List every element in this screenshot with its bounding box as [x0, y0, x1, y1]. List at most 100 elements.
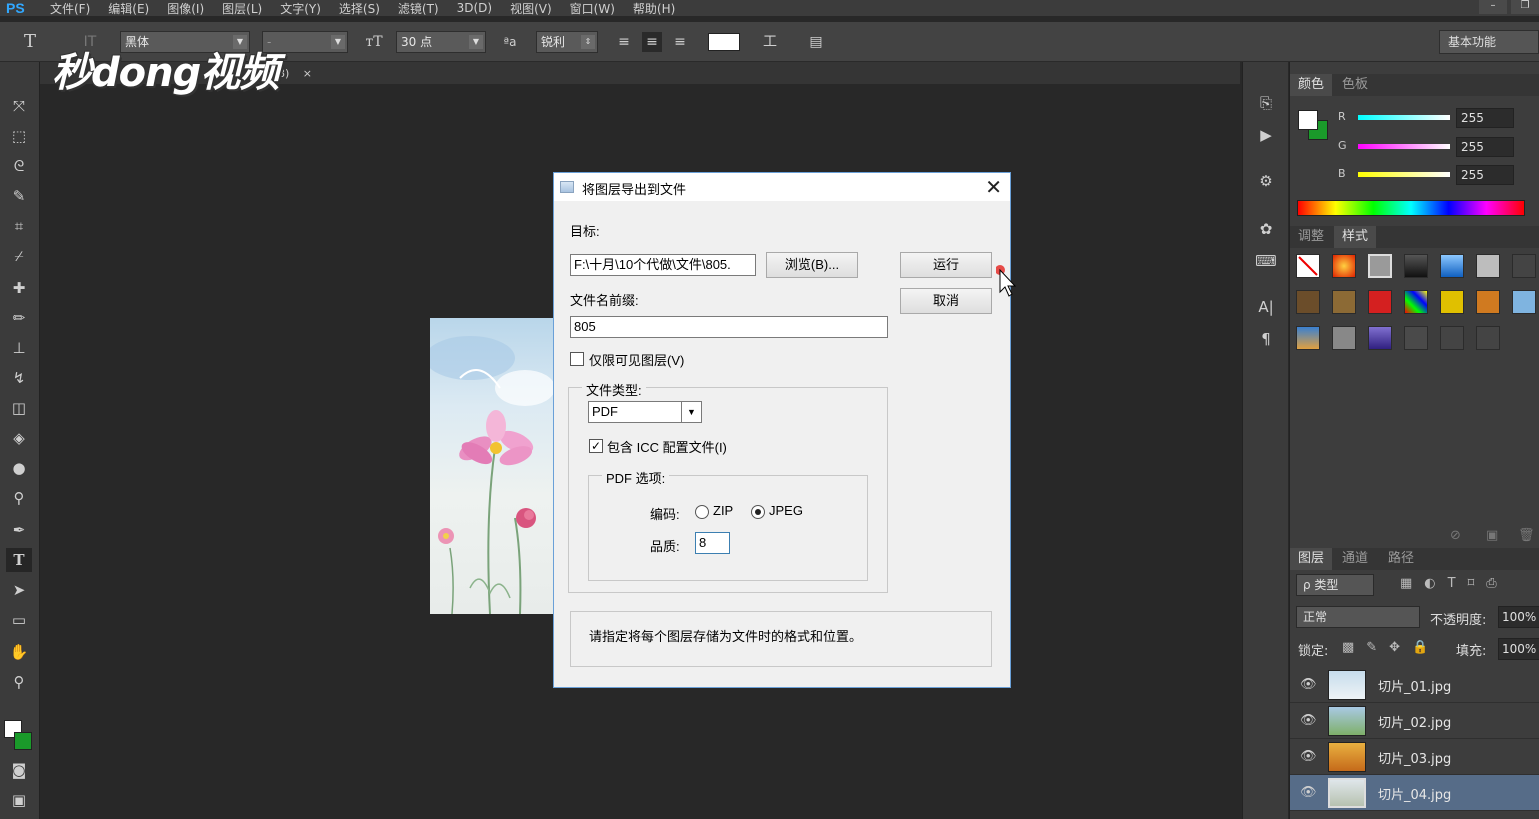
- style-swatch[interactable]: [1332, 290, 1356, 314]
- text-color-swatch[interactable]: [708, 33, 740, 51]
- healing-brush-tool-icon[interactable]: ✚: [6, 276, 32, 300]
- path-select-tool-icon[interactable]: ➤: [6, 578, 32, 602]
- eraser-tool-icon[interactable]: ◫: [6, 396, 32, 420]
- crop-tool-icon[interactable]: ⌗: [6, 214, 32, 238]
- move-tool-icon[interactable]: ⤧: [6, 94, 32, 118]
- new-style-icon[interactable]: ▣: [1486, 528, 1498, 543]
- history-brush-tool-icon[interactable]: ↯: [6, 366, 32, 390]
- layer-row[interactable]: 👁 切片_01.jpg: [1290, 667, 1539, 703]
- type-tool-preset-icon[interactable]: T: [20, 32, 40, 52]
- style-swatch[interactable]: [1440, 290, 1464, 314]
- channel-value[interactable]: 255: [1456, 165, 1514, 185]
- menu-type[interactable]: 文字(Y): [280, 0, 321, 17]
- slider-track[interactable]: [1358, 172, 1450, 177]
- style-swatch[interactable]: [1476, 326, 1500, 350]
- style-swatch[interactable]: [1332, 254, 1356, 278]
- align-right-icon[interactable]: ≡: [670, 32, 690, 52]
- style-swatch[interactable]: [1404, 290, 1428, 314]
- screen-mode-icon[interactable]: ▣: [6, 788, 32, 812]
- quality-input[interactable]: 8: [695, 532, 730, 554]
- menu-layer[interactable]: 图层(L): [222, 0, 262, 17]
- menu-help[interactable]: 帮助(H): [633, 0, 675, 17]
- channel-value[interactable]: 255: [1456, 137, 1514, 157]
- stamp-tool-icon[interactable]: ⊥: [6, 336, 32, 360]
- zoom-tool-icon[interactable]: ⚲: [6, 670, 32, 694]
- style-swatch[interactable]: [1404, 326, 1428, 350]
- align-left-icon[interactable]: ≡: [614, 32, 634, 52]
- delete-style-icon[interactable]: 🗑: [1518, 528, 1535, 543]
- rectangle-tool-icon[interactable]: ▭: [6, 608, 32, 632]
- layer-row[interactable]: 👁 切片_03.jpg: [1290, 739, 1539, 775]
- menu-window[interactable]: 窗口(W): [570, 0, 615, 17]
- menu-filter[interactable]: 滤镜(T): [398, 0, 439, 17]
- prefix-input[interactable]: 805: [570, 316, 888, 338]
- tab-channels[interactable]: 通道: [1334, 548, 1376, 570]
- workspace-button[interactable]: 基本功能: [1439, 30, 1539, 54]
- menu-view[interactable]: 视图(V): [510, 0, 552, 17]
- menu-select[interactable]: 选择(S): [339, 0, 380, 17]
- brush-presets-icon[interactable]: ✿: [1255, 218, 1277, 240]
- character-panel-icon[interactable]: ▤: [806, 32, 826, 52]
- encoding-jpeg-radio[interactable]: [751, 505, 765, 519]
- style-swatch[interactable]: [1368, 290, 1392, 314]
- blend-mode-select[interactable]: 正常: [1296, 606, 1420, 628]
- warp-text-icon[interactable]: ⼯: [760, 32, 780, 52]
- quick-mask-icon[interactable]: ◙: [6, 758, 32, 782]
- slider-track[interactable]: [1358, 115, 1450, 120]
- blur-tool-icon[interactable]: ●: [6, 456, 32, 480]
- paint-bucket-tool-icon[interactable]: ◈: [6, 426, 32, 450]
- style-swatch[interactable]: [1476, 254, 1500, 278]
- eye-icon[interactable]: 👁: [1300, 749, 1317, 764]
- restore-button[interactable]: ❐: [1511, 0, 1539, 14]
- style-swatch[interactable]: [1440, 326, 1464, 350]
- minimize-button[interactable]: –: [1479, 0, 1507, 14]
- style-swatch[interactable]: [1512, 290, 1536, 314]
- style-none-swatch[interactable]: [1296, 254, 1320, 278]
- tab-swatches[interactable]: 色板: [1334, 74, 1376, 96]
- dodge-tool-icon[interactable]: ⚲: [6, 486, 32, 510]
- visible-only-checkbox[interactable]: [570, 352, 584, 366]
- cancel-button[interactable]: 取消: [900, 288, 992, 314]
- history-panel-icon[interactable]: ⎘: [1255, 92, 1277, 114]
- hand-tool-icon[interactable]: ✋: [6, 640, 32, 664]
- menu-file[interactable]: 文件(F): [50, 0, 90, 17]
- quick-select-tool-icon[interactable]: ✎: [6, 184, 32, 208]
- antialias-select[interactable]: 锐利 ⇕: [536, 31, 598, 53]
- layer-filter-select[interactable]: ρ 类型: [1296, 574, 1374, 596]
- font-size-select[interactable]: 30 点 ▼: [396, 31, 486, 53]
- brush-panel-icon[interactable]: ⌨: [1255, 250, 1277, 272]
- brush-tool-icon[interactable]: ✏: [6, 306, 32, 330]
- browse-button[interactable]: 浏览(B)...: [766, 252, 858, 278]
- style-swatch[interactable]: [1476, 290, 1500, 314]
- tab-close-icon[interactable]: ×: [303, 67, 312, 80]
- menu-3d[interactable]: 3D(D): [457, 1, 492, 15]
- eyedropper-tool-icon[interactable]: ⌿: [6, 244, 32, 268]
- run-button[interactable]: 运行: [900, 252, 992, 278]
- align-center-icon[interactable]: ≡: [642, 32, 662, 52]
- style-swatch[interactable]: [1512, 254, 1536, 278]
- lock-icons[interactable]: ▩✎✥🔒: [1342, 640, 1440, 655]
- file-type-select[interactable]: PDF ▼: [588, 401, 702, 423]
- tab-color[interactable]: 颜色: [1290, 74, 1333, 96]
- clear-style-icon[interactable]: ⊘: [1450, 528, 1461, 543]
- eye-icon[interactable]: 👁: [1300, 677, 1317, 692]
- layer-row[interactable]: 👁 切片_02.jpg: [1290, 703, 1539, 739]
- fill-input[interactable]: 100%: [1498, 638, 1539, 660]
- lasso-tool-icon[interactable]: ᘓ: [6, 154, 32, 178]
- style-swatch[interactable]: [1404, 254, 1428, 278]
- slider-track[interactable]: [1358, 144, 1450, 149]
- target-path-input[interactable]: F:\十月\10个代做\文件\805.: [570, 254, 756, 276]
- tab-layers[interactable]: 图层: [1290, 548, 1333, 570]
- eye-icon[interactable]: 👁: [1300, 713, 1317, 728]
- include-icc-checkbox[interactable]: ✓: [589, 439, 603, 453]
- style-swatch[interactable]: [1368, 254, 1392, 278]
- marquee-tool-icon[interactable]: ⬚: [6, 124, 32, 148]
- actions-panel-icon[interactable]: ▶: [1255, 124, 1277, 146]
- paragraph-panel-icon[interactable]: ¶: [1255, 328, 1277, 350]
- layer-filter-icons[interactable]: ▦◐T⌑⎙: [1400, 576, 1509, 591]
- opacity-input[interactable]: 100%: [1498, 606, 1539, 628]
- channel-value[interactable]: 255: [1456, 108, 1514, 128]
- tab-paths[interactable]: 路径: [1380, 548, 1422, 570]
- character-panel-icon[interactable]: A|: [1255, 296, 1277, 318]
- style-swatch[interactable]: [1368, 326, 1392, 350]
